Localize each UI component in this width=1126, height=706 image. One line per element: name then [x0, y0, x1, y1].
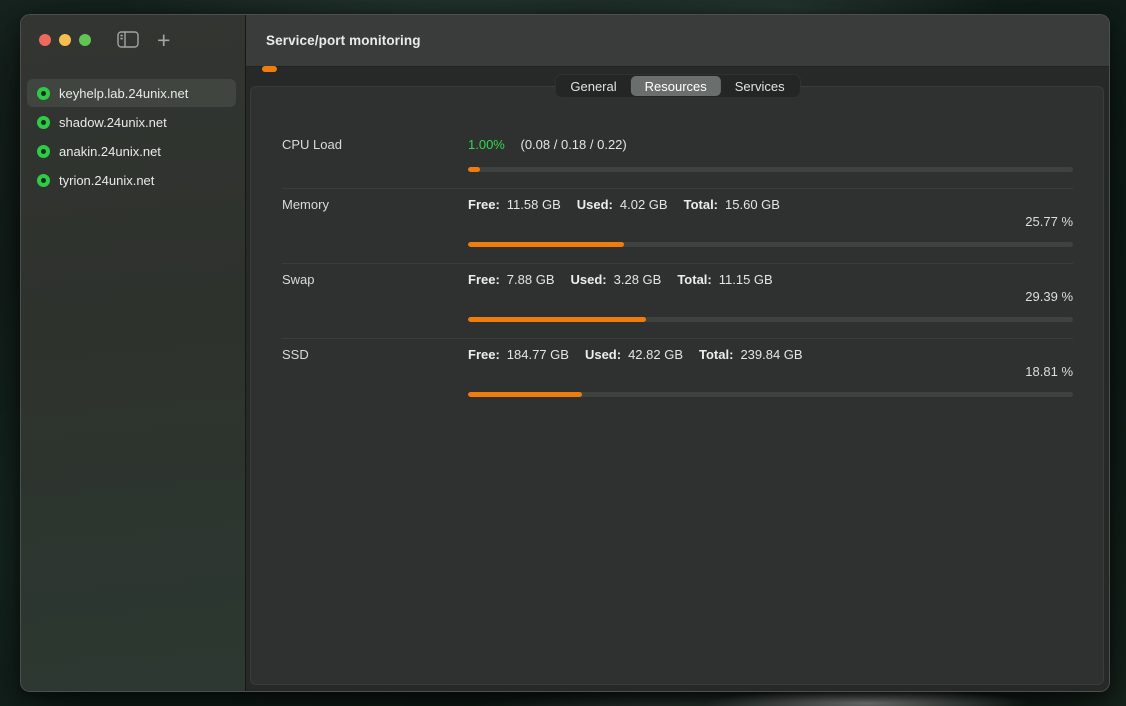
resource-row-cpu: CPU Load 1.00% (0.08 / 0.18 / 0.22)	[282, 87, 1073, 189]
resource-row-memory: Memory Free: 11.58 GB Used: 4.02 GB Total: 15…	[282, 189, 1073, 264]
progress-bar	[468, 242, 1073, 247]
progress-bar-fill	[468, 242, 624, 247]
free-value: 11.58 GB	[507, 197, 561, 212]
resource-name: Memory	[282, 197, 468, 247]
close-button[interactable]	[39, 34, 51, 46]
zoom-button[interactable]	[79, 34, 91, 46]
tab-bar: General Resources Services	[554, 74, 800, 98]
used-value: 42.82 GB	[628, 347, 683, 362]
main-area: Service/port monitoring General Resource…	[246, 15, 1109, 691]
cpu-stats: 1.00% (0.08 / 0.18 / 0.22)	[468, 137, 1073, 152]
progress-bar	[468, 392, 1073, 397]
tab-general[interactable]: General	[556, 76, 630, 96]
traffic-lights	[39, 34, 91, 46]
free-value: 184.77 GB	[507, 347, 569, 362]
server-status-icon	[37, 87, 50, 100]
server-label: anakin.24unix.net	[59, 144, 161, 159]
total-value: 11.15 GB	[719, 272, 773, 287]
resources-panel: CPU Load 1.00% (0.08 / 0.18 / 0.22)	[250, 86, 1104, 685]
cpu-load-averages: (0.08 / 0.18 / 0.22)	[521, 137, 627, 152]
app-window: + keyhelp.lab.24unix.net shadow.24unix.n…	[20, 14, 1110, 692]
resource-row-ssd: SSD Free: 184.77 GB Used: 42.82 GB Total: 239…	[282, 339, 1073, 413]
resource-row-swap: Swap Free: 7.88 GB Used: 3.28 GB Total: 11.15…	[282, 264, 1073, 339]
usage-percent: 18.81 %	[468, 364, 1073, 379]
progress-bar	[468, 167, 1073, 172]
usage-percent: 29.39 %	[468, 289, 1073, 304]
server-label: tyrion.24unix.net	[59, 173, 154, 188]
content-area: General Resources Services CPU Load 1.00…	[246, 67, 1109, 691]
server-label: keyhelp.lab.24unix.net	[59, 86, 188, 101]
server-list: keyhelp.lab.24unix.net shadow.24unix.net…	[21, 64, 245, 194]
progress-bar	[468, 317, 1073, 322]
server-status-icon	[37, 174, 50, 187]
resource-name: Swap	[282, 272, 468, 322]
cpu-percent-value: 1.00%	[468, 137, 505, 152]
used-value: 4.02 GB	[620, 197, 668, 212]
ssd-stats: Free: 184.77 GB Used: 42.82 GB Total: 239.84 …	[468, 347, 1073, 362]
tab-resources[interactable]: Resources	[631, 76, 721, 96]
total-label: Total:	[684, 197, 718, 212]
sidebar: + keyhelp.lab.24unix.net shadow.24unix.n…	[21, 15, 246, 691]
progress-bar-fill	[468, 317, 646, 322]
total-label: Total:	[699, 347, 733, 362]
window-titlebar: Service/port monitoring	[246, 15, 1109, 67]
server-status-icon	[37, 116, 50, 129]
server-label: shadow.24unix.net	[59, 115, 167, 130]
used-label: Used:	[585, 347, 621, 362]
free-label: Free:	[468, 272, 500, 287]
total-value: 15.60 GB	[725, 197, 780, 212]
sidebar-item-server[interactable]: shadow.24unix.net	[27, 108, 236, 136]
minimize-button[interactable]	[59, 34, 71, 46]
free-value: 7.88 GB	[507, 272, 555, 287]
free-label: Free:	[468, 197, 500, 212]
resource-name: SSD	[282, 347, 468, 397]
total-label: Total:	[677, 272, 711, 287]
sidebar-item-server[interactable]: keyhelp.lab.24unix.net	[27, 79, 236, 107]
used-label: Used:	[571, 272, 607, 287]
progress-bar-fill	[468, 392, 582, 397]
memory-stats: Free: 11.58 GB Used: 4.02 GB Total: 15.60 GB	[468, 197, 1073, 212]
tab-services[interactable]: Services	[721, 76, 799, 96]
usage-percent: 25.77 %	[468, 214, 1073, 229]
resource-rows: CPU Load 1.00% (0.08 / 0.18 / 0.22)	[282, 87, 1073, 413]
resource-name: CPU Load	[282, 137, 468, 172]
server-status-icon	[37, 145, 50, 158]
used-label: Used:	[577, 197, 613, 212]
swap-stats: Free: 7.88 GB Used: 3.28 GB Total: 11.15 GB	[468, 272, 1073, 287]
scrolled-progress-peek	[262, 66, 277, 72]
sidebar-item-server[interactable]: anakin.24unix.net	[27, 137, 236, 165]
free-label: Free:	[468, 347, 500, 362]
sidebar-item-server[interactable]: tyrion.24unix.net	[27, 166, 236, 194]
add-server-icon[interactable]: +	[157, 30, 170, 50]
sidebar-titlebar: +	[21, 15, 245, 64]
total-value: 239.84 GB	[740, 347, 802, 362]
page-title: Service/port monitoring	[266, 33, 421, 48]
progress-bar-fill	[468, 167, 480, 172]
used-value: 3.28 GB	[614, 272, 662, 287]
toggle-sidebar-icon[interactable]	[117, 31, 139, 48]
